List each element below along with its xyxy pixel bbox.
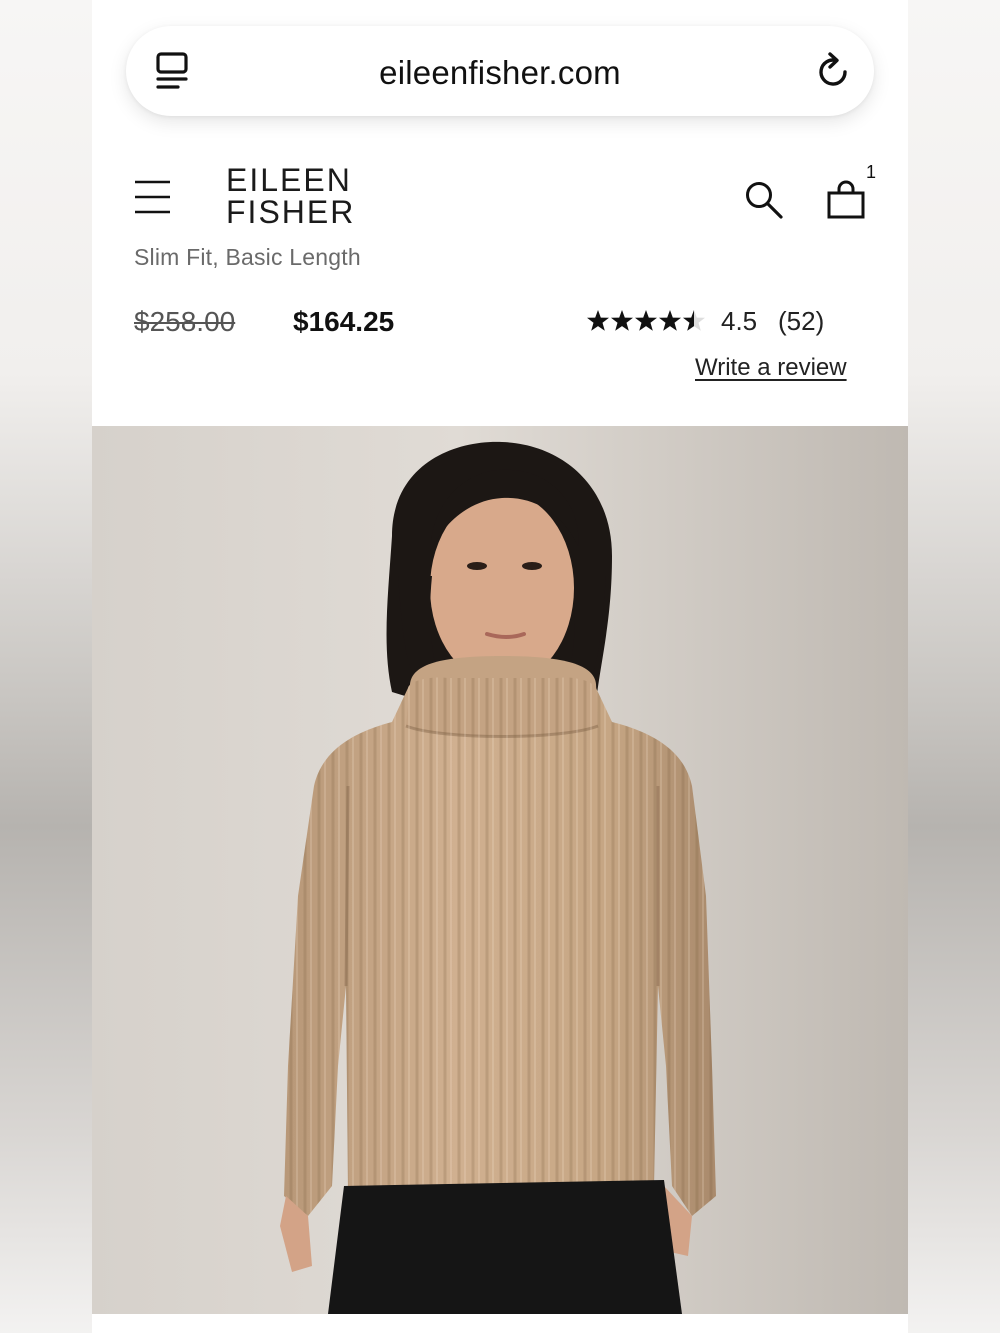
page-margin-left <box>0 0 92 1333</box>
search-icon[interactable] <box>744 180 784 220</box>
star-icon <box>587 310 609 331</box>
menu-icon[interactable] <box>134 178 172 216</box>
page-bottom-edge <box>92 1314 908 1333</box>
rating-stars[interactable] <box>586 308 708 334</box>
brand-logo[interactable]: EILEEN FISHER <box>226 164 366 228</box>
product-subtitle: Slim Fit, Basic Length <box>134 244 361 270</box>
product-photo[interactable] <box>92 426 908 1314</box>
star-icon <box>611 310 633 331</box>
url-text[interactable]: eileenfisher.com <box>126 54 874 92</box>
brand-line-1: EILEEN <box>226 162 352 198</box>
model-illustration <box>92 426 908 1314</box>
brand-line-2: FISHER <box>226 194 356 230</box>
page-margin-right <box>908 0 1000 1333</box>
rating-value: 4.5 <box>721 306 758 336</box>
shopping-bag-icon[interactable] <box>826 180 866 220</box>
write-review-link[interactable]: Write a review <box>695 354 847 382</box>
sale-price: $164.25 <box>293 306 395 337</box>
original-price: $258.00 <box>134 306 236 337</box>
review-count[interactable]: (52) <box>778 306 824 337</box>
star-icon <box>659 310 681 331</box>
half-star-icon <box>683 310 705 331</box>
star-icon <box>635 310 657 331</box>
cart-count-badge: 1 <box>866 162 877 182</box>
reload-icon[interactable] <box>814 50 854 92</box>
browser-url-bar[interactable]: eileenfisher.com <box>126 26 874 116</box>
